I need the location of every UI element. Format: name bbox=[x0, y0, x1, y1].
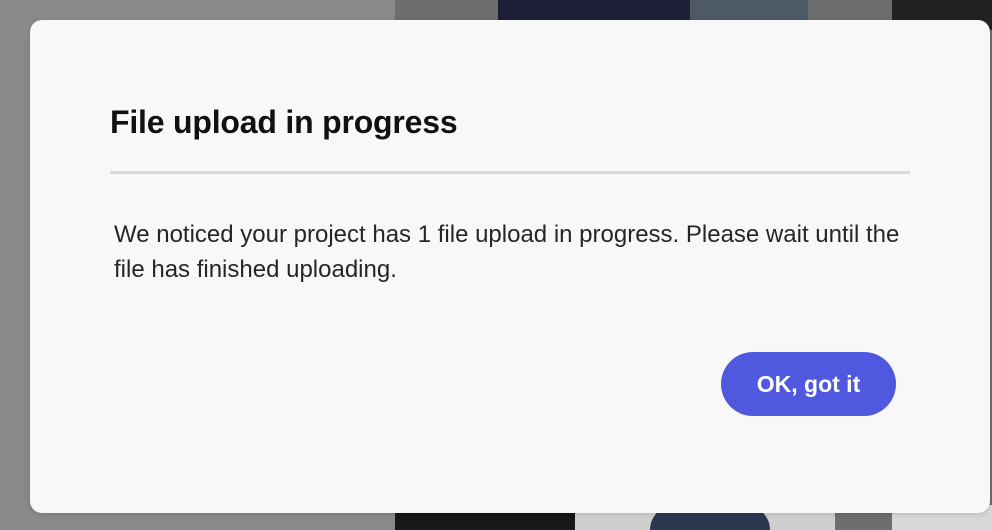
dialog-title: File upload in progress bbox=[110, 104, 458, 140]
upload-in-progress-dialog: File upload in progress We noticed your … bbox=[30, 20, 990, 513]
ok-got-it-button[interactable]: OK, got it bbox=[721, 352, 896, 416]
dialog-message: We noticed your project has 1 file uploa… bbox=[114, 221, 900, 283]
dialog-divider bbox=[110, 171, 910, 174]
